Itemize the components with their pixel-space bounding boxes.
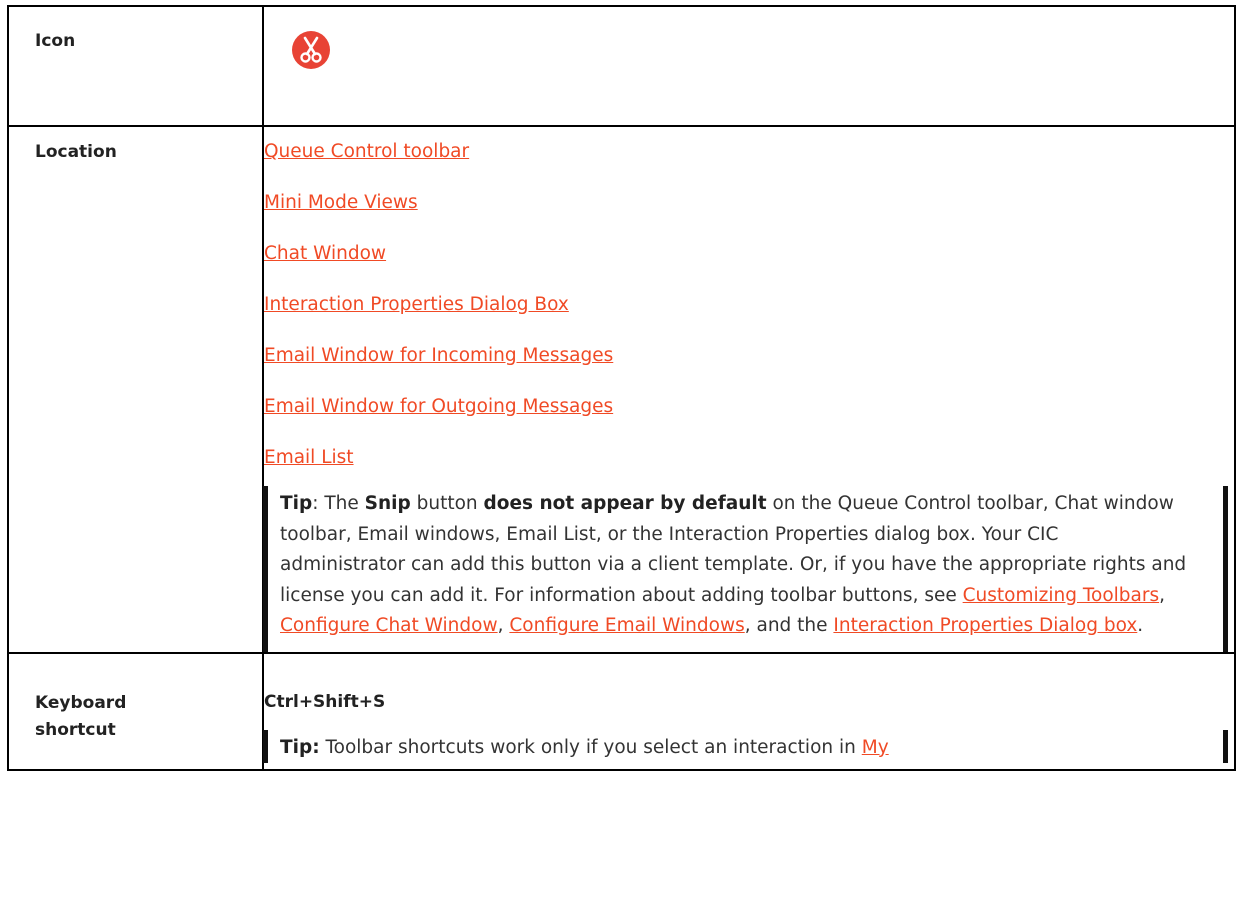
link-mini-mode-views[interactable]: Mini Mode Views bbox=[264, 193, 1234, 213]
row-label-cell: Keyboard shortcut bbox=[7, 651, 264, 771]
tip-bold-snip: Snip bbox=[364, 493, 411, 514]
row-label-cell: Location bbox=[7, 125, 264, 654]
label-line: Keyboard bbox=[35, 692, 127, 713]
link-chat-window[interactable]: Chat Window bbox=[264, 244, 1234, 264]
table-row-keyboard-shortcut: Keyboard shortcut Ctrl+Shift+S Tip: Toolb… bbox=[7, 651, 1236, 771]
link-customizing-toolbars[interactable]: Customizing Toolbars bbox=[963, 585, 1159, 606]
shortcut-value: Ctrl+Shift+S bbox=[264, 691, 386, 712]
link-queue-control-toolbar[interactable]: Queue Control toolbar bbox=[264, 142, 1234, 162]
tip-text: , and the bbox=[744, 615, 834, 636]
row-value-cell bbox=[262, 5, 1236, 127]
tip-text: . bbox=[1137, 615, 1144, 636]
table-row-icon: Icon bbox=[7, 5, 1236, 127]
link-interaction-properties-dialog[interactable]: Interaction Properties Dialog box bbox=[833, 615, 1137, 636]
document-page: Icon Location Queue Control toolbar Mini… bbox=[0, 0, 1245, 897]
link-configure-email-windows[interactable]: Configure Email Windows bbox=[509, 615, 744, 636]
tip-label: Tip: bbox=[280, 736, 320, 758]
location-link-list: Queue Control toolbar Mini Mode Views Ch… bbox=[264, 127, 1234, 468]
tip-text: , bbox=[1159, 584, 1165, 606]
row-label-location: Location bbox=[35, 142, 117, 162]
scissors-icon bbox=[292, 31, 330, 69]
tip-bold-default: does not appear by default bbox=[483, 493, 767, 514]
row-value-cell: Queue Control toolbar Mini Mode Views Ch… bbox=[262, 125, 1236, 654]
link-email-list[interactable]: Email List bbox=[264, 448, 1234, 468]
tip-text: button bbox=[410, 493, 484, 514]
tip-label: Tip bbox=[280, 493, 313, 514]
row-label-cell: Icon bbox=[7, 5, 264, 127]
link-email-window-outgoing[interactable]: Email Window for Outgoing Messages bbox=[264, 397, 1234, 417]
tip-text: : The bbox=[312, 493, 365, 514]
tip-text: , bbox=[497, 615, 510, 636]
table-row-location: Location Queue Control toolbar Mini Mode… bbox=[7, 125, 1236, 654]
label-line: shortcut bbox=[35, 719, 116, 740]
tip-text: Toolbar shortcuts work only if you selec… bbox=[319, 736, 862, 758]
row-value-cell: Ctrl+Shift+S Tip: Toolbar shortcuts work… bbox=[262, 651, 1236, 771]
row-label-icon: Icon bbox=[35, 31, 76, 51]
tip-box: Tip: Toolbar shortcuts work only if you … bbox=[263, 729, 1228, 763]
link-my-interactions[interactable]: My bbox=[862, 737, 889, 758]
row-label-keyboard-shortcut: Keyboard shortcut bbox=[9, 654, 262, 744]
link-interaction-properties-dialog-box[interactable]: Interaction Properties Dialog Box bbox=[264, 295, 1234, 315]
properties-table: Icon Location Queue Control toolbar Mini… bbox=[7, 5, 1236, 771]
link-configure-chat-window[interactable]: Configure Chat Window bbox=[280, 615, 498, 636]
tip-box: Tip: The Snip button does not appear by … bbox=[263, 486, 1228, 652]
link-email-window-incoming[interactable]: Email Window for Incoming Messages bbox=[264, 346, 1234, 366]
